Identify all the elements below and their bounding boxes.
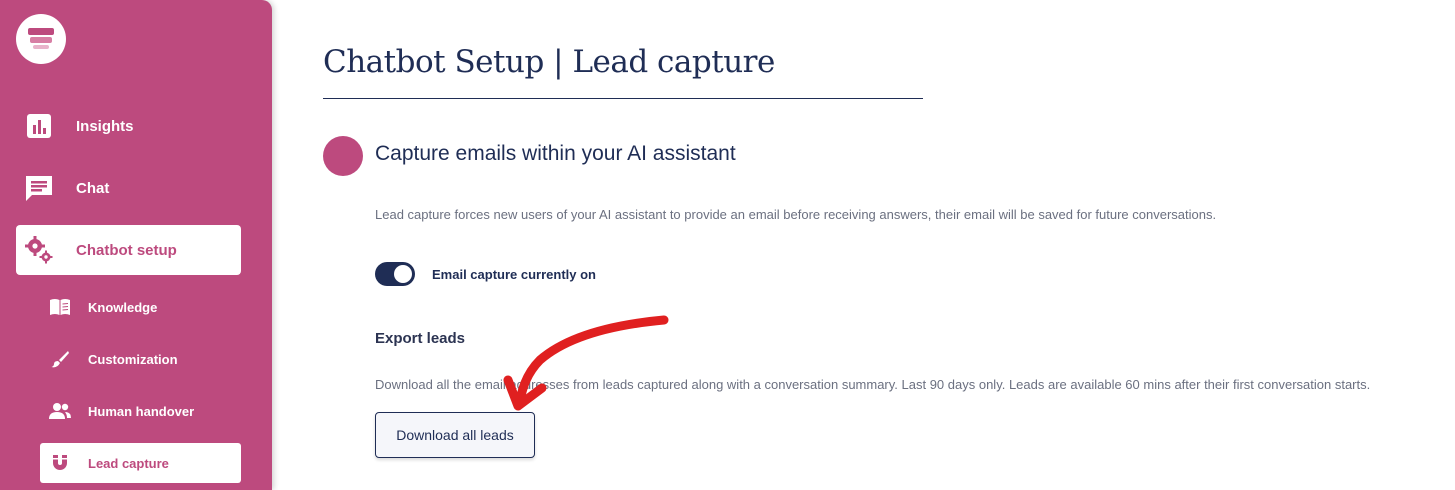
sidebar-item-label: Chatbot setup	[76, 241, 177, 259]
sidebar-subitem-label: Knowledge	[88, 299, 158, 315]
red-arrow-annotation	[503, 315, 669, 411]
brush-icon	[48, 347, 72, 371]
gears-icon	[24, 235, 54, 265]
sidebar-item-chat[interactable]: Chat	[16, 163, 241, 213]
sidebar-subitem-human-handover[interactable]: Human handover	[40, 391, 241, 431]
sidebar-subitem-customization[interactable]: Customization	[40, 339, 241, 379]
export-leads-heading: Export leads	[375, 330, 466, 347]
sidebar-item-chatbot-setup[interactable]: Chatbot setup	[16, 225, 241, 275]
bar-chart-icon	[24, 111, 54, 141]
sidebar-item-label: Chat	[76, 179, 110, 197]
section-description: Lead capture forces new users of your AI…	[375, 207, 1217, 222]
toggle-label: Email capture currently on	[432, 267, 596, 282]
page-title: Chatbot Setup | Lead capture	[323, 44, 775, 80]
sidebar: Insights Chat Chatbot setup Knowledge Cu…	[0, 0, 272, 490]
book-icon	[48, 295, 72, 319]
toggle-knob	[394, 265, 412, 283]
title-divider	[323, 98, 923, 99]
sidebar-subitem-label: Customization	[88, 351, 178, 367]
section-dot	[323, 136, 363, 176]
email-capture-toggle[interactable]	[375, 262, 415, 286]
sidebar-item-insights[interactable]: Insights	[16, 101, 241, 151]
download-all-leads-button[interactable]: Download all leads	[375, 412, 535, 458]
section-title: Capture emails within your AI assistant	[375, 142, 736, 165]
sidebar-subitem-lead-capture[interactable]: Lead capture	[40, 443, 241, 483]
sidebar-subitem-label: Lead capture	[88, 455, 169, 471]
sidebar-subitem-knowledge[interactable]: Knowledge	[40, 287, 241, 327]
users-icon	[48, 399, 72, 423]
sidebar-item-label: Insights	[76, 117, 134, 135]
logo[interactable]	[16, 14, 66, 64]
magnet-icon	[48, 451, 72, 475]
sidebar-subitem-label: Human handover	[88, 403, 195, 419]
export-leads-description: Download all the email addresses from le…	[375, 377, 1371, 392]
chat-icon	[24, 173, 54, 203]
